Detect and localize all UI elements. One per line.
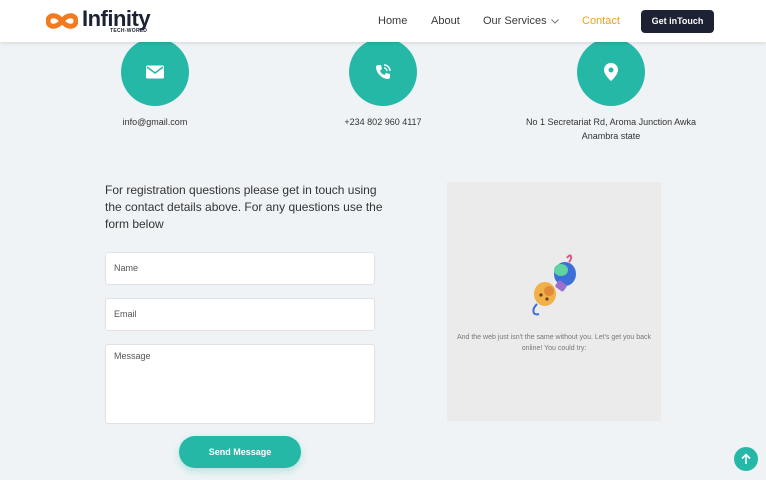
form-intro-text: For registration questions please get in… <box>105 183 383 231</box>
nav-contact[interactable]: Contact <box>582 0 620 42</box>
logo-icon <box>46 13 78 29</box>
nav-our-services-label: Our Services <box>483 15 547 27</box>
brand-tagline: TECH-WORLD <box>110 28 148 34</box>
brand-logo[interactable]: Infinity TECH-WORLD <box>46 6 166 36</box>
site-header: Infinity TECH-WORLD Home About Our Servi… <box>0 0 766 42</box>
send-message-button[interactable]: Send Message <box>179 436 301 468</box>
phone-circle <box>349 38 417 106</box>
unplugged-icon <box>532 254 576 316</box>
email-circle <box>121 38 189 106</box>
email-field[interactable]: Email <box>105 298 375 331</box>
nav-home[interactable]: Home <box>378 0 407 42</box>
offline-message: And the web just isn't the same without … <box>456 334 652 352</box>
envelope-icon <box>146 65 164 79</box>
arrow-up-icon <box>741 453 751 464</box>
contact-phone[interactable]: +234 802 960 4117 <box>323 115 443 129</box>
chevron-down-icon <box>550 18 559 24</box>
address-line-2: Anambra state <box>581 131 641 141</box>
nav-our-services[interactable]: Our Services <box>483 0 559 42</box>
nav-about[interactable]: About <box>431 0 460 42</box>
contact-address[interactable]: No 1 Secretariat Rd, Aroma Junction Awka… <box>511 115 711 143</box>
scroll-to-top-button[interactable] <box>734 447 758 471</box>
location-circle <box>577 38 645 106</box>
address-line-1: No 1 Secretariat Rd, Aroma Junction Awka <box>526 117 696 127</box>
message-field[interactable]: Message <box>105 344 375 424</box>
get-in-touch-button[interactable]: Get inTouch <box>641 10 714 33</box>
location-pin-icon <box>604 63 618 81</box>
name-field[interactable]: Name <box>105 252 375 285</box>
phone-icon <box>376 64 391 79</box>
map-embed: And the web just isn't the same without … <box>447 182 661 421</box>
contact-email[interactable]: info@gmail.com <box>95 115 215 129</box>
